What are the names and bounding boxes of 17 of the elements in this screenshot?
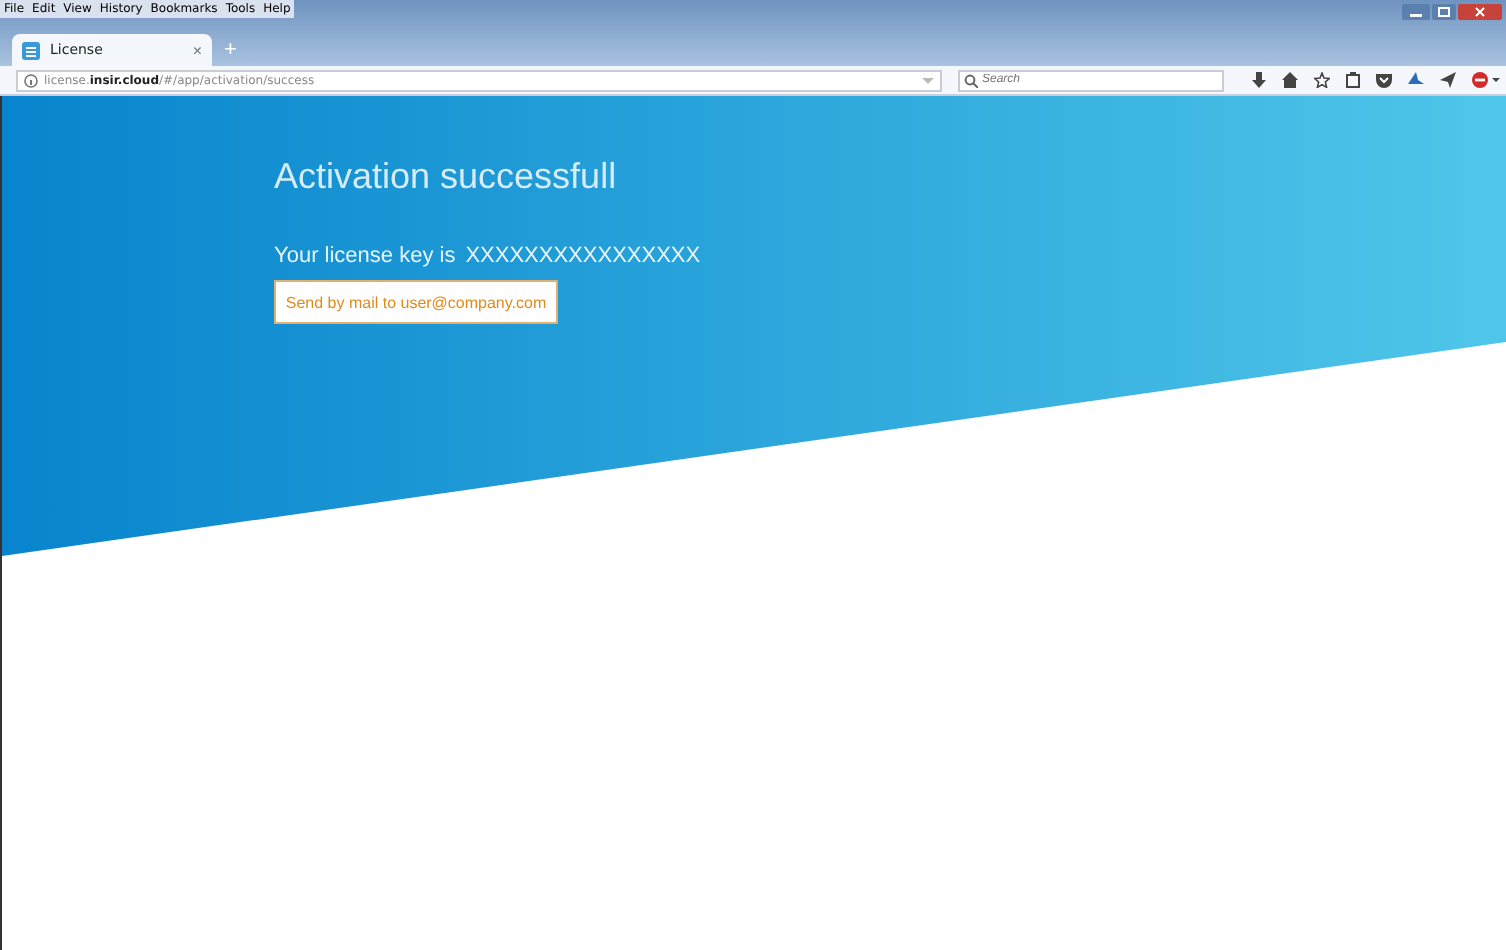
stop-sign-icon[interactable] bbox=[1472, 72, 1500, 88]
clipboard-icon[interactable] bbox=[1346, 72, 1360, 88]
download-icon[interactable] bbox=[1252, 72, 1266, 88]
home-icon[interactable] bbox=[1282, 72, 1298, 88]
shield-icon[interactable] bbox=[1376, 72, 1392, 88]
license-key: XXXXXXXXXXXXXXXX bbox=[465, 244, 701, 270]
send-icon[interactable] bbox=[1440, 72, 1456, 88]
minimize-icon[interactable] bbox=[1402, 4, 1430, 20]
search-icon[interactable] bbox=[964, 73, 978, 87]
page-title: Activation successfull bbox=[274, 154, 617, 198]
close-icon[interactable] bbox=[1458, 4, 1502, 20]
tab-close-button[interactable]: × bbox=[192, 41, 202, 59]
page-icon[interactable] bbox=[22, 41, 40, 59]
info-icon[interactable] bbox=[24, 73, 38, 87]
license-label: Your license key is bbox=[274, 244, 456, 270]
star-icon[interactable] bbox=[1314, 72, 1330, 88]
maximize-icon[interactable] bbox=[1432, 4, 1456, 20]
